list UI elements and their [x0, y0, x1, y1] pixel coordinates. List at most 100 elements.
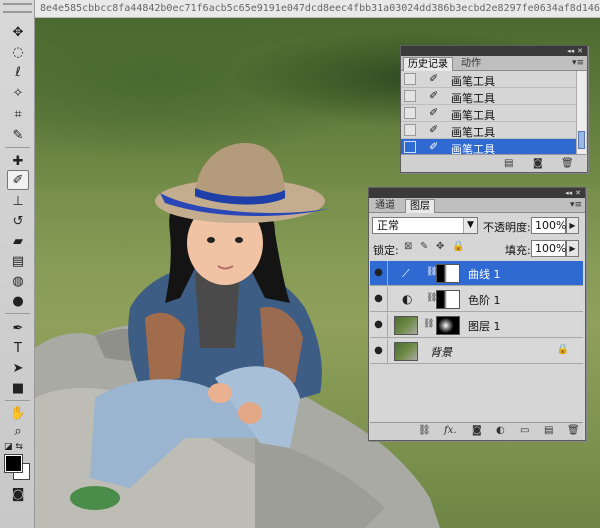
collapse-icon[interactable]: ◂◂: [567, 47, 574, 55]
new-layer-icon[interactable]: ▤: [544, 425, 553, 436]
move-tool-icon[interactable]: ✥: [7, 22, 29, 42]
lasso-tool-icon[interactable]: ℓ: [7, 62, 29, 82]
swap-colors-icon[interactable]: ◪ ⇆: [4, 442, 23, 452]
layer-row-levels[interactable]: ● ◐ ⛓ 色阶 1: [370, 287, 583, 312]
hand-tool-icon[interactable]: ✋: [7, 403, 29, 423]
blend-mode-value: 正常: [377, 219, 399, 232]
tab-history[interactable]: 历史记录: [403, 57, 453, 71]
layer-row-curves[interactable]: ● ⟋ ⛓ 曲线 1: [370, 261, 583, 286]
visibility-eye-icon[interactable]: ●: [370, 313, 388, 337]
history-snapshot-checkbox[interactable]: [404, 124, 416, 136]
fill-input[interactable]: 100%: [531, 240, 566, 257]
history-snapshot-checkbox[interactable]: [404, 90, 416, 102]
opacity-label: 不透明度:: [483, 221, 531, 234]
toolbox-divider: [5, 147, 30, 148]
link-icon[interactable]: ⛓: [423, 319, 434, 329]
history-item-label: 画笔工具: [451, 126, 495, 139]
link-icon[interactable]: ⛓: [418, 425, 431, 436]
scrollbar-thumb[interactable]: [578, 131, 585, 149]
fx-icon[interactable]: fx.: [444, 425, 457, 436]
history-item[interactable]: ✐ 画笔工具: [401, 88, 576, 105]
toolbox-divider: [5, 400, 30, 401]
tab-actions[interactable]: 动作: [457, 57, 485, 71]
snapshot-icon[interactable]: ◙: [533, 158, 543, 169]
layers-panel-titlebar[interactable]: ◂◂ ✕: [369, 188, 585, 198]
history-list: ✐ 画笔工具 ✐ 画笔工具 ✐ 画笔工具 ✐ 画笔工具 ✐ 画笔工具: [401, 71, 587, 156]
shape-tool-icon[interactable]: ■: [7, 378, 29, 398]
healing-tool-icon[interactable]: ✚: [7, 151, 29, 171]
visibility-eye-icon[interactable]: ●: [370, 339, 388, 363]
magic-wand-tool-icon[interactable]: ✧: [7, 83, 29, 103]
tab-layers[interactable]: 图层: [405, 199, 435, 213]
layers-tabs: 通道 图层 ▾≡: [369, 198, 585, 213]
trash-icon[interactable]: 🗑: [561, 158, 574, 169]
visibility-eye-icon[interactable]: ●: [370, 287, 388, 311]
blend-mode-select[interactable]: 正常 ▼: [372, 217, 478, 234]
dodge-tool-icon[interactable]: ●: [7, 291, 29, 311]
history-scrollbar[interactable]: [576, 71, 586, 156]
zoom-tool-icon[interactable]: ⌕: [7, 421, 29, 441]
brush-icon: ✐: [429, 123, 439, 136]
lock-all-icon[interactable]: 🔒: [452, 241, 464, 252]
lock-transparency-icon[interactable]: ⊠: [404, 241, 412, 252]
layer-thumbnail[interactable]: [394, 316, 418, 335]
lock-icon: 🔒: [556, 344, 569, 355]
layer-row-background[interactable]: ● 背景 🔒: [370, 339, 583, 364]
lock-label: 锁定:: [373, 244, 399, 257]
path-select-tool-icon[interactable]: ➤: [7, 358, 29, 378]
adjustment-icon[interactable]: ◐: [496, 425, 505, 436]
layer-name: 图层 1: [468, 320, 501, 333]
title-bar: 8e4e585cbbcc8fa44842b0ec71f6acb5c65e9191…: [0, 0, 600, 18]
panel-menu-icon[interactable]: ▾≡: [572, 58, 584, 68]
brush-icon: ✐: [429, 106, 439, 119]
close-icon[interactable]: ✕: [577, 47, 583, 55]
foreground-color-swatch[interactable]: [5, 455, 22, 472]
panel-menu-icon[interactable]: ▾≡: [570, 200, 582, 210]
layer-mask-thumbnail[interactable]: [436, 264, 460, 283]
opacity-input[interactable]: 100%: [531, 217, 566, 234]
quick-mask-icon[interactable]: ◙: [7, 484, 29, 504]
opacity-slider-button[interactable]: ▶: [566, 217, 579, 234]
blur-tool-icon[interactable]: ◍: [7, 271, 29, 291]
toolbox-grip[interactable]: [3, 3, 32, 13]
crop-tool-icon[interactable]: ⌗: [7, 104, 29, 124]
lock-pixels-icon[interactable]: ✎: [420, 241, 428, 252]
visibility-eye-icon[interactable]: ●: [370, 261, 388, 285]
eraser-tool-icon[interactable]: ▰: [7, 231, 29, 251]
brush-tool-icon[interactable]: ✐: [7, 170, 29, 190]
history-item-label: 画笔工具: [451, 75, 495, 88]
history-brush-tool-icon[interactable]: ↺: [7, 211, 29, 231]
mask-icon[interactable]: ◙: [472, 425, 482, 436]
layer-name: 背景: [430, 346, 452, 359]
history-snapshot-checkbox[interactable]: [404, 107, 416, 119]
close-icon[interactable]: ✕: [575, 189, 581, 197]
brush-icon: ✐: [429, 89, 439, 102]
tab-channels[interactable]: 通道: [371, 199, 399, 213]
history-item[interactable]: ✐ 画笔工具: [401, 122, 576, 139]
marquee-tool-icon[interactable]: ◌: [7, 42, 29, 62]
history-item[interactable]: ✐ 画笔工具: [401, 105, 576, 122]
layer-name: 色阶 1: [468, 294, 501, 307]
pen-tool-icon[interactable]: ✒: [7, 318, 29, 338]
type-tool-icon[interactable]: T: [7, 338, 29, 358]
history-state-marker[interactable]: [404, 141, 416, 153]
history-item[interactable]: ✐ 画笔工具: [401, 71, 576, 88]
history-item-label: 画笔工具: [451, 109, 495, 122]
fill-slider-button[interactable]: ▶: [566, 240, 579, 257]
lock-position-icon[interactable]: ✥: [436, 241, 444, 252]
layer-mask-thumbnail[interactable]: [436, 290, 460, 309]
new-document-icon[interactable]: ▤: [504, 158, 513, 169]
gradient-tool-icon[interactable]: ▤: [7, 251, 29, 271]
eyedropper-tool-icon[interactable]: ✎: [7, 125, 29, 145]
history-tabs: 历史记录 动作 ▾≡: [401, 56, 587, 71]
fill-label: 填充:: [505, 244, 531, 257]
trash-icon[interactable]: 🗑: [567, 425, 580, 436]
group-icon[interactable]: ▭: [520, 425, 529, 436]
clone-stamp-tool-icon[interactable]: ⊥: [7, 191, 29, 211]
history-panel-titlebar[interactable]: ◂◂ ✕: [401, 46, 587, 56]
history-snapshot-checkbox[interactable]: [404, 73, 416, 85]
layer-row-layer1[interactable]: ● ⛓ 图层 1: [370, 313, 583, 338]
layer-mask-thumbnail[interactable]: [436, 316, 460, 335]
layer-thumbnail[interactable]: [394, 342, 418, 361]
collapse-icon[interactable]: ◂◂: [565, 189, 572, 197]
